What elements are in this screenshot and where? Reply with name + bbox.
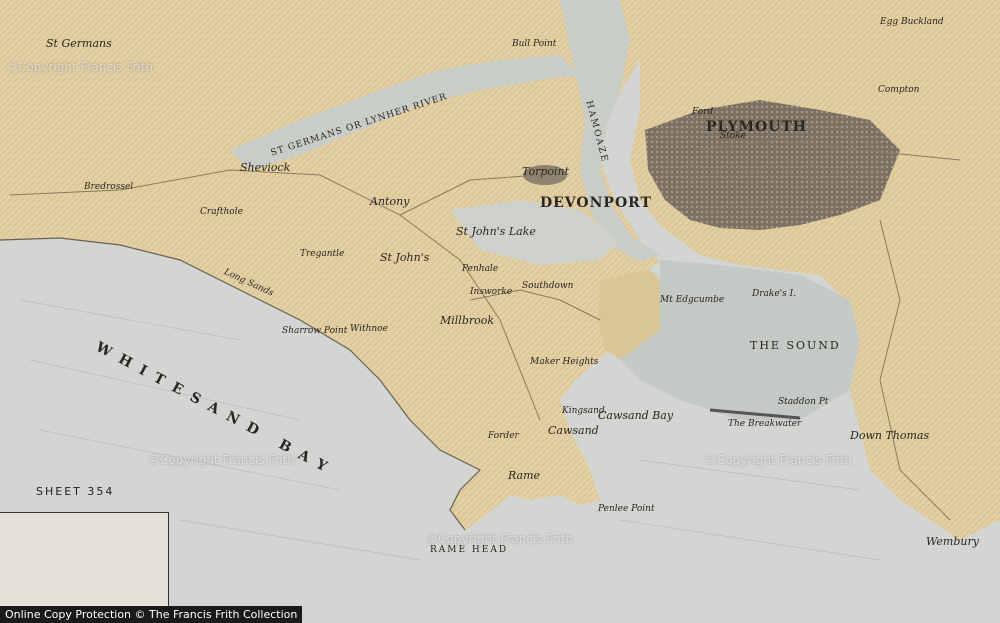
label-withnoe: Withnoe <box>350 324 388 334</box>
label-the-breakwater: The Breakwater <box>728 419 802 429</box>
sheet-label: SHEET 354 <box>36 485 115 498</box>
label-bredrossel: Bredrossel <box>84 182 134 192</box>
label-rame: Rame <box>508 469 541 482</box>
label-rame-head: RAME HEAD <box>430 545 509 555</box>
label-millbrook: Millbrook <box>440 314 495 327</box>
label-maker-heights: Maker Heights <box>530 357 599 367</box>
label-drakes-island: Drake's I. <box>752 289 797 299</box>
label-cawsand: Cawsand <box>548 424 599 437</box>
label-cawsand-bay: Cawsand Bay <box>598 409 674 422</box>
copyright-footer: Online Copy Protection © The Francis Fri… <box>0 606 303 623</box>
watermark: ©Copyright Francis Frith <box>705 453 852 467</box>
label-torpoint: Torpoint <box>522 165 570 178</box>
label-st-johns-lake: St John's Lake <box>456 225 536 238</box>
label-st-johns: St John's <box>380 251 430 264</box>
label-the-sound: THE SOUND <box>750 339 841 352</box>
label-down-thomas: Down Thomas <box>850 429 930 442</box>
label-insworke: Insworke <box>470 287 513 297</box>
label-tregantle: Tregantle <box>300 249 345 259</box>
label-forder: Forder <box>488 431 519 441</box>
watermark: ©Copyright Francis Frith <box>6 60 153 74</box>
label-egg-buckland: Egg Buckland <box>880 17 944 27</box>
label-penhale: Penhale <box>462 264 499 274</box>
label-ford: Ford <box>692 107 714 117</box>
label-sharrow-point: Sharrow Point <box>282 326 348 336</box>
ordnance-survey-map: PLYMOUTH DEVONPORT Torpoint Antony St Jo… <box>0 0 1000 623</box>
label-crafthole: Crafthole <box>200 207 243 217</box>
label-penlee-point: Penlee Point <box>598 504 655 514</box>
label-devonport: DEVONPORT <box>540 195 652 211</box>
watermark: ©Copyright Francis Frith <box>148 453 295 467</box>
label-st-germans: St Germans <box>46 37 112 50</box>
label-antony: Antony <box>370 195 410 208</box>
label-compton: Compton <box>878 85 920 95</box>
watermark: ©Copyright Francis Frith <box>426 532 573 546</box>
label-sheviock: Sheviock <box>240 161 291 174</box>
label-mt-edgcumbe: Mt Edgcumbe <box>660 295 725 305</box>
label-bull-point: Bull Point <box>512 39 557 49</box>
label-kingsand: Kingsand <box>562 406 605 416</box>
label-stoke: Stoke <box>720 131 746 141</box>
label-staddon-pt: Staddon Pt <box>778 397 829 407</box>
label-wembury: Wembury <box>926 535 979 548</box>
label-southdown: Southdown <box>522 281 574 291</box>
